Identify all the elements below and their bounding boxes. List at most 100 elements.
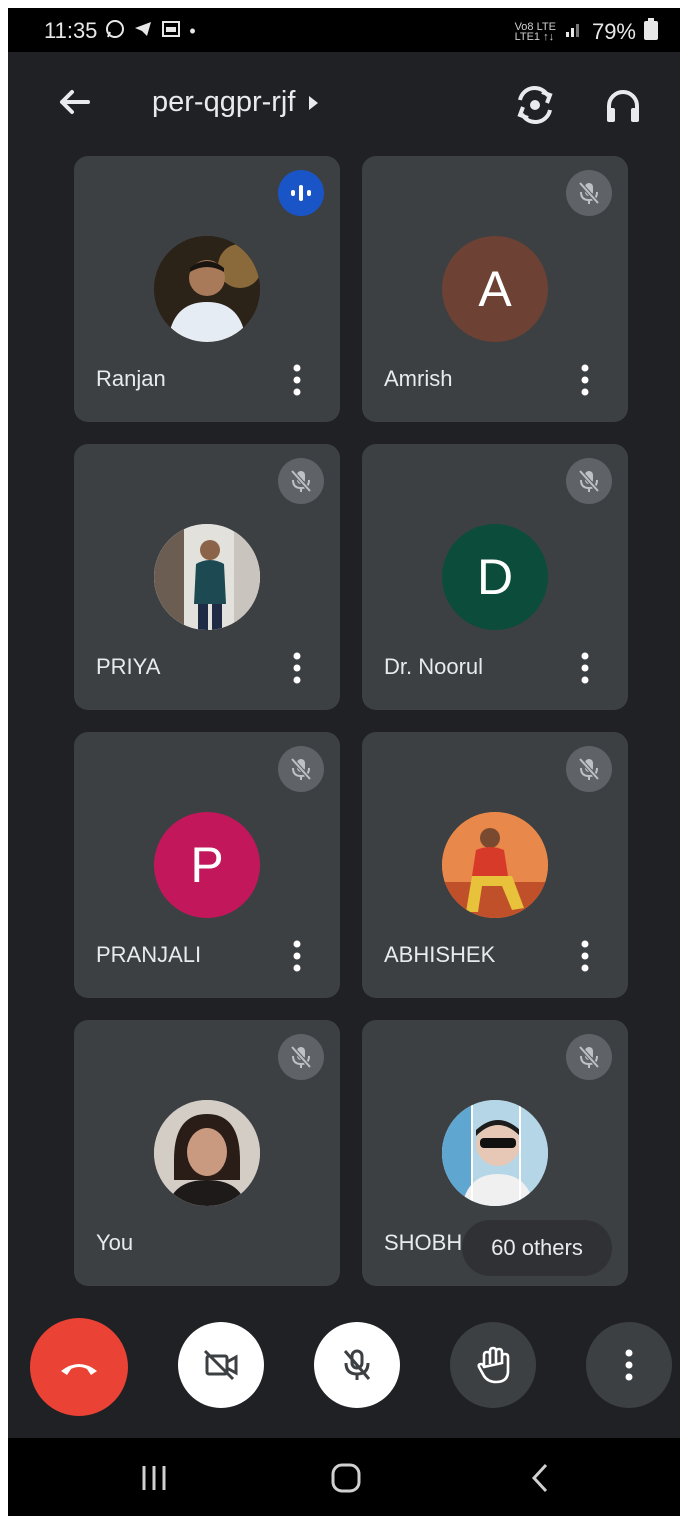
- muted-indicator: [278, 746, 324, 792]
- home-button[interactable]: [324, 1456, 368, 1500]
- avatar: [442, 812, 548, 918]
- profile-photo-icon: [154, 236, 260, 342]
- participant-name: Ranjan: [96, 366, 166, 391]
- mic-off-icon: [290, 1045, 312, 1069]
- muted-indicator: [278, 1034, 324, 1080]
- muted-indicator: [566, 1034, 612, 1080]
- headphones-icon: [607, 90, 639, 122]
- avatar-initial: D: [476, 549, 514, 605]
- avatar: P: [154, 812, 260, 918]
- participant-tile[interactable]: PRIYA: [74, 444, 340, 710]
- participant-more-button[interactable]: [570, 936, 600, 976]
- meeting-header: per-qgpr-rjf: [8, 52, 680, 152]
- avatar: [154, 236, 260, 342]
- chevron-right-icon: [309, 95, 319, 110]
- raise-hand-button[interactable]: [450, 1322, 536, 1408]
- avatar: D: [442, 524, 548, 630]
- end-call-button[interactable]: [30, 1318, 128, 1416]
- system-nav-bar: [8, 1438, 680, 1516]
- more-vert-icon: [581, 940, 589, 972]
- participant-name: You: [96, 1230, 134, 1255]
- more-options-button[interactable]: [586, 1322, 672, 1408]
- more-vert-icon: [581, 364, 589, 396]
- participant-tile[interactable]: SHOBH 60 others: [362, 1020, 628, 1286]
- battery-percent: 79%: [591, 19, 636, 44]
- participant-name: Dr. Noorul: [384, 654, 484, 679]
- videocam-off-icon: [203, 1349, 238, 1381]
- mic-toggle-button[interactable]: [314, 1322, 400, 1408]
- call-end-icon: [61, 1364, 97, 1375]
- muted-indicator: [566, 458, 612, 504]
- participant-more-button[interactable]: [282, 936, 312, 976]
- signal-icon: [564, 19, 584, 45]
- more-vert-icon: [293, 652, 301, 684]
- phone-screen: 11:35 • Vo8 LTE LTE1 ↑↓ 79% per-qgpr-rjf…: [8, 8, 680, 1516]
- participant-more-button[interactable]: [282, 648, 312, 688]
- switch-camera-icon: [517, 85, 553, 125]
- back-nav-button[interactable]: [518, 1456, 562, 1500]
- network-bottom-label: LTE1 ↑↓: [514, 31, 555, 43]
- audio-level-icon: [291, 185, 311, 201]
- recent-apps-icon: [142, 1466, 166, 1490]
- profile-photo-icon: [442, 1100, 548, 1206]
- mic-off-icon: [343, 1349, 371, 1380]
- more-vert-icon: [581, 652, 589, 684]
- more-vert-icon: [625, 1349, 633, 1381]
- avatar: [442, 1100, 548, 1206]
- meeting-code: per-qgpr-rjf: [152, 86, 296, 118]
- whatsapp-icon: [105, 19, 125, 44]
- participant-tile[interactable]: ABHISHEK: [362, 732, 628, 998]
- back-button[interactable]: [52, 80, 96, 124]
- more-vert-icon: [293, 940, 301, 972]
- profile-photo-icon: [442, 812, 548, 918]
- raise-hand-icon: [477, 1346, 510, 1384]
- participant-tile[interactable]: A Amrish: [362, 156, 628, 422]
- meeting-title[interactable]: per-qgpr-rjf: [152, 86, 319, 119]
- others-count-label: 60 others: [491, 1235, 583, 1260]
- telegram-icon: [133, 19, 153, 44]
- speaking-indicator: [278, 170, 324, 216]
- participant-name: PRANJALI: [96, 942, 202, 967]
- mic-off-icon: [290, 757, 312, 781]
- avatar: [154, 524, 260, 630]
- profile-photo-icon: [154, 524, 260, 630]
- switch-camera-button[interactable]: [512, 82, 558, 128]
- muted-indicator: [278, 458, 324, 504]
- mic-off-icon: [578, 757, 600, 781]
- gallery-icon: [161, 19, 181, 44]
- status-time: 11:35: [44, 18, 98, 43]
- recent-apps-button[interactable]: [132, 1456, 176, 1500]
- battery-icon: [644, 18, 658, 46]
- camera-toggle-button[interactable]: [178, 1322, 264, 1408]
- participant-tile-self[interactable]: You: [74, 1020, 340, 1286]
- muted-indicator: [566, 746, 612, 792]
- arrow-back-icon: [60, 90, 90, 114]
- chevron-left-icon: [531, 1463, 548, 1493]
- participant-more-button[interactable]: [282, 360, 312, 400]
- home-icon: [331, 1463, 361, 1493]
- call-controls: [8, 1308, 680, 1428]
- mic-off-icon: [578, 181, 600, 205]
- more-vert-icon: [293, 364, 301, 396]
- notification-dot-icon: •: [189, 20, 196, 41]
- others-count-pill[interactable]: 60 others: [462, 1220, 612, 1276]
- network-indicator: Vo8 LTE LTE1 ↑↓: [514, 22, 556, 43]
- avatar-initial: P: [190, 837, 224, 893]
- participant-tile[interactable]: Ranjan: [74, 156, 340, 422]
- status-bar: 11:35 • Vo8 LTE LTE1 ↑↓ 79%: [8, 8, 680, 52]
- avatar: A: [442, 236, 548, 342]
- participant-tile[interactable]: D Dr. Noorul: [362, 444, 628, 710]
- participant-tile[interactable]: P PRANJALI: [74, 732, 340, 998]
- avatar-initial: A: [478, 261, 512, 317]
- participant-more-button[interactable]: [570, 648, 600, 688]
- mic-off-icon: [578, 469, 600, 493]
- participant-name: SHOBH: [384, 1230, 463, 1255]
- audio-output-button[interactable]: [600, 82, 646, 128]
- participant-name: Amrish: [384, 366, 453, 391]
- profile-photo-icon: [154, 1100, 260, 1206]
- mic-off-icon: [578, 1045, 600, 1069]
- participant-name: ABHISHEK: [384, 942, 496, 967]
- mic-off-icon: [290, 469, 312, 493]
- muted-indicator: [566, 170, 612, 216]
- participant-more-button[interactable]: [570, 360, 600, 400]
